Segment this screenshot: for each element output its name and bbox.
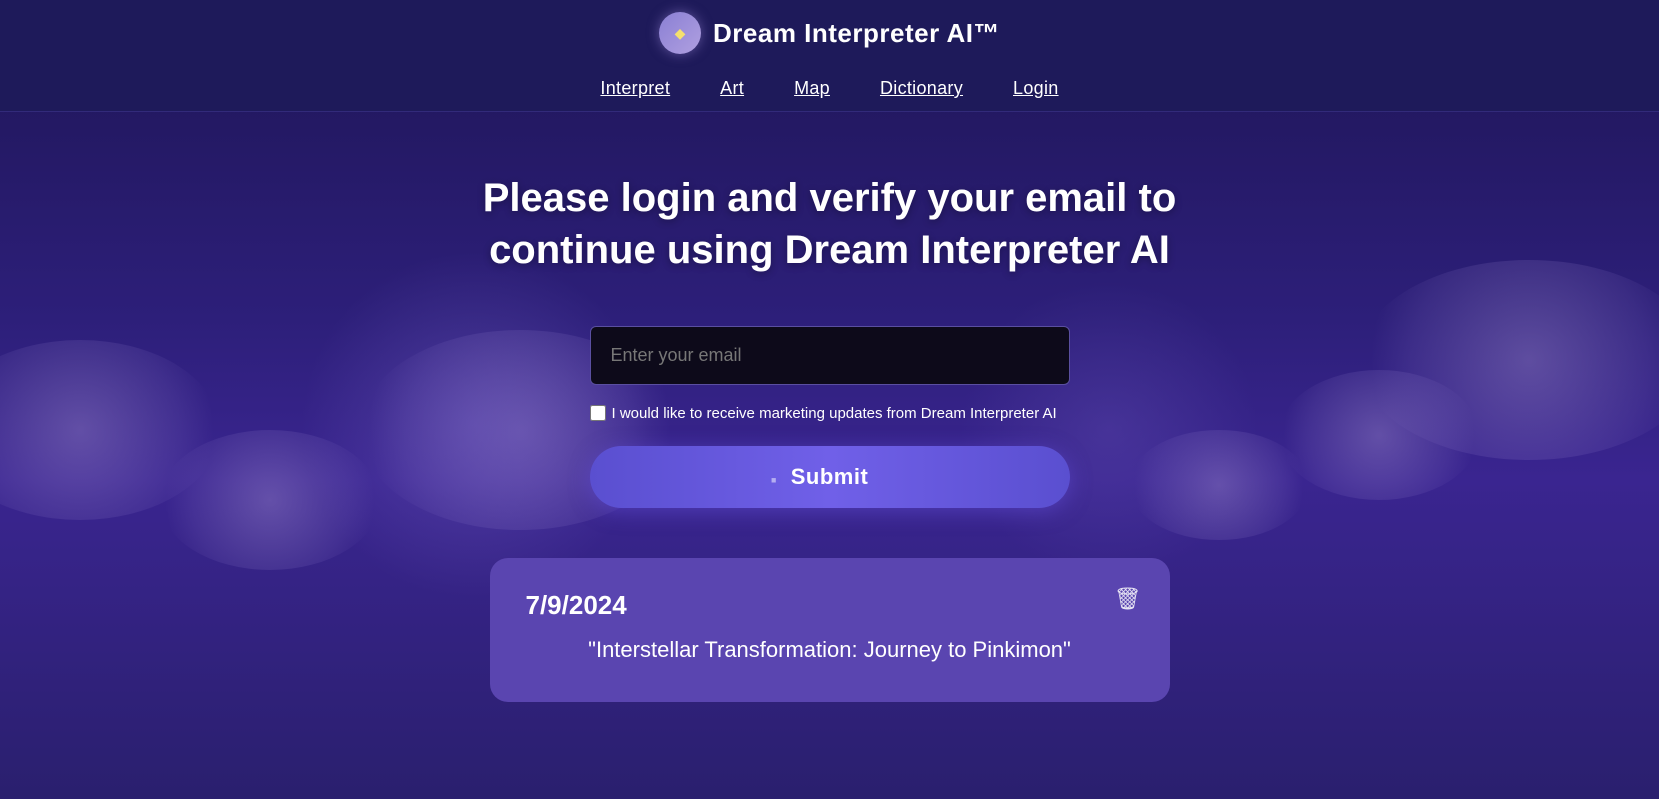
card-title: "Interstellar Transformation: Journey to… [526, 635, 1134, 666]
brand-logo [659, 12, 701, 54]
main-heading: Please login and verify your email to co… [480, 172, 1180, 276]
main-nav: Interpret Art Map Dictionary Login [600, 68, 1058, 111]
brand-title: Dream Interpreter AI™ [713, 18, 1000, 49]
nav-art[interactable]: Art [720, 78, 744, 99]
site-header: Dream Interpreter AI™ Interpret Art Map … [0, 0, 1659, 112]
nav-map[interactable]: Map [794, 78, 830, 99]
checkbox-label: I would like to receive marketing update… [612, 403, 1057, 424]
card-date: 7/9/2024 [526, 590, 1134, 621]
brand: Dream Interpreter AI™ [659, 12, 1000, 54]
nav-dictionary[interactable]: Dictionary [880, 78, 963, 99]
submit-button[interactable]: Submit [590, 446, 1070, 508]
marketing-checkbox[interactable] [590, 405, 606, 421]
nav-login[interactable]: Login [1013, 78, 1059, 99]
nav-interpret[interactable]: Interpret [600, 78, 670, 99]
delete-icon[interactable]: 🗑 [1114, 586, 1142, 612]
marketing-checkbox-row: I would like to receive marketing update… [590, 403, 1070, 424]
dream-card: 7/9/2024 "Interstellar Transformation: J… [490, 558, 1170, 702]
main-content: Please login and verify your email to co… [0, 112, 1659, 702]
email-input[interactable] [590, 326, 1070, 385]
